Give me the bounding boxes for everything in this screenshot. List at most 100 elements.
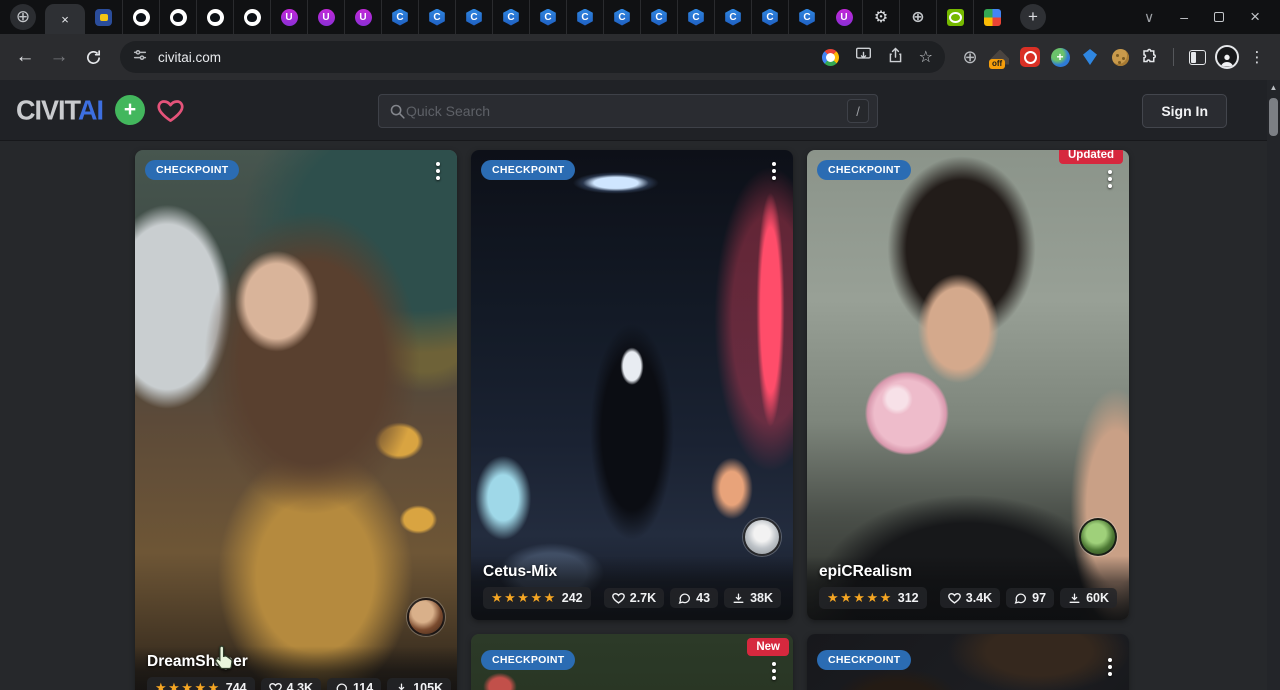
restore-button[interactable] [1214, 12, 1224, 22]
scrollbar-thumb[interactable] [1269, 98, 1278, 136]
install-icon[interactable] [855, 47, 872, 67]
gem-extension-icon[interactable] [1077, 44, 1103, 70]
model-card-partial[interactable]: CHECKPOINT A TIRISINE [807, 634, 1129, 690]
page-scrollbar[interactable]: ▲ [1267, 80, 1280, 690]
browser-menu-icon[interactable]: ⋮ [1244, 44, 1270, 70]
model-grid: CHECKPOINT DreamShaper ★★★★★ 744 4.3K 11… [0, 141, 1280, 690]
pinned-tab-civitai[interactable] [381, 0, 418, 34]
cookie-extension-icon[interactable] [1107, 44, 1133, 70]
downloads-pill: 38K [724, 588, 781, 608]
pinned-tab-civitai[interactable] [640, 0, 677, 34]
civitai-favicon-icon [799, 9, 816, 26]
heart-icon [948, 592, 961, 604]
star-icons: ★★★★★ [491, 590, 557, 606]
pinned-tab-civitai[interactable] [455, 0, 492, 34]
profile-avatar-icon[interactable] [1214, 44, 1240, 70]
scrollbar-up-arrow[interactable]: ▲ [1267, 83, 1280, 92]
pinned-tab-civitai[interactable] [566, 0, 603, 34]
pinned-tab-civitai[interactable] [751, 0, 788, 34]
comment-icon [1014, 592, 1027, 604]
pinned-tab-globe[interactable] [899, 0, 936, 34]
civitai-logo[interactable]: CIVITAI [16, 94, 103, 126]
uicon-favicon-icon [355, 9, 372, 26]
url-text[interactable]: civitai.com [158, 50, 221, 65]
pinned-tab-civitai[interactable] [492, 0, 529, 34]
google-g-icon[interactable] [822, 49, 839, 66]
model-card-epicrealism[interactable]: CHECKPOINT Updated epiCRealism ★★★★★ 312… [807, 150, 1129, 620]
red-o-extension-icon[interactable] [1017, 44, 1043, 70]
card-menu-icon[interactable] [1103, 170, 1117, 188]
pinned-tab-gear[interactable] [862, 0, 899, 34]
earth-extension-icon[interactable] [1047, 44, 1073, 70]
close-window-button[interactable]: × [1250, 7, 1260, 27]
side-panel-icon[interactable] [1184, 44, 1210, 70]
creator-avatar[interactable] [743, 518, 781, 556]
card-footer: DreamShaper ★★★★★ 744 4.3K 114 105K [135, 646, 457, 690]
site-header: CIVITAI + / Sign In [0, 80, 1280, 141]
github-favicon-icon [244, 9, 261, 26]
quick-search-box[interactable]: / [378, 94, 878, 128]
favorites-heart-icon[interactable] [157, 98, 184, 123]
create-plus-button[interactable]: + [115, 95, 145, 125]
globe-favicon-tab[interactable]: ⊕ [10, 4, 36, 30]
model-title[interactable]: DreamShaper [147, 653, 445, 671]
pinned-tab-pinwheel[interactable] [973, 0, 1010, 34]
civitai-favicon-icon [762, 9, 779, 26]
pinned-tab-civitai[interactable] [603, 0, 640, 34]
tab-search-chevron-icon[interactable]: ∨ [1144, 9, 1154, 26]
comment-icon [335, 682, 348, 690]
reload-icon[interactable] [78, 42, 108, 72]
pinned-tab-briefcase[interactable] [85, 0, 122, 34]
pinned-tab-github[interactable] [122, 0, 159, 34]
new-tab-button[interactable]: + [1020, 4, 1046, 30]
creator-avatar[interactable] [1079, 518, 1117, 556]
pinned-tab-civitai[interactable] [788, 0, 825, 34]
pinned-tab-civitai[interactable] [418, 0, 455, 34]
bookmark-star-icon[interactable]: ☆ [919, 47, 933, 67]
extensions-puzzle-icon[interactable] [1137, 44, 1163, 70]
minimize-button[interactable]: – [1180, 9, 1188, 25]
pinned-tab-uicon[interactable] [307, 0, 344, 34]
site-info-icon[interactable] [132, 47, 148, 68]
search-icon [389, 103, 406, 120]
star-icons: ★★★★★ [155, 680, 221, 690]
sign-in-button[interactable]: Sign In [1142, 94, 1227, 128]
checkpoint-badge: CHECKPOINT [817, 160, 911, 180]
model-title[interactable]: Cetus-Mix [483, 563, 781, 581]
civitai-favicon-icon [577, 9, 594, 26]
card-menu-icon[interactable] [431, 162, 445, 180]
download-icon [395, 682, 408, 690]
card-menu-icon[interactable] [1103, 658, 1117, 676]
off-extension-icon[interactable]: off [987, 44, 1013, 70]
pinned-tab-github[interactable] [159, 0, 196, 34]
checkpoint-badge: CHECKPOINT [481, 160, 575, 180]
forward-icon[interactable]: → [44, 42, 74, 72]
model-card-cetus-mix[interactable]: CHECKPOINT Cetus-Mix ★★★★★ 242 2.7K 43 [471, 150, 793, 620]
pinned-tab-uicon[interactable] [344, 0, 381, 34]
uicon-favicon-icon [281, 9, 298, 26]
globe-extension-icon[interactable]: ⊕ [957, 44, 983, 70]
pinned-tab-nvidia[interactable] [936, 0, 973, 34]
share-icon[interactable] [888, 47, 903, 68]
close-tab-icon[interactable]: × [61, 12, 69, 27]
browser-tab-strip: ⊕ × + ∨ – × [0, 0, 1280, 34]
back-icon[interactable]: ← [10, 42, 40, 72]
pinned-tab-civitai[interactable] [529, 0, 566, 34]
pinned-tab-civitai[interactable] [714, 0, 751, 34]
card-menu-icon[interactable] [767, 162, 781, 180]
search-input[interactable] [406, 103, 847, 119]
model-card-partial-new[interactable]: CHECKPOINT New [471, 634, 793, 690]
address-bar[interactable]: civitai.com ☆ [120, 41, 945, 73]
card-menu-icon[interactable] [767, 662, 781, 680]
pinned-tab-github[interactable] [233, 0, 270, 34]
active-tab[interactable]: × [45, 4, 85, 34]
pinned-tab-github[interactable] [196, 0, 233, 34]
creator-avatar[interactable] [407, 598, 445, 636]
model-card-dreamshaper[interactable]: CHECKPOINT DreamShaper ★★★★★ 744 4.3K 11… [135, 150, 457, 690]
pinned-tab-civitai[interactable] [677, 0, 714, 34]
model-title[interactable]: epiCRealism [819, 563, 1117, 581]
pinned-tab-uicon[interactable] [825, 0, 862, 34]
rating-pill: ★★★★★ 744 [147, 677, 255, 690]
pinned-tab-uicon[interactable] [270, 0, 307, 34]
comments-pill: 97 [1006, 588, 1054, 608]
